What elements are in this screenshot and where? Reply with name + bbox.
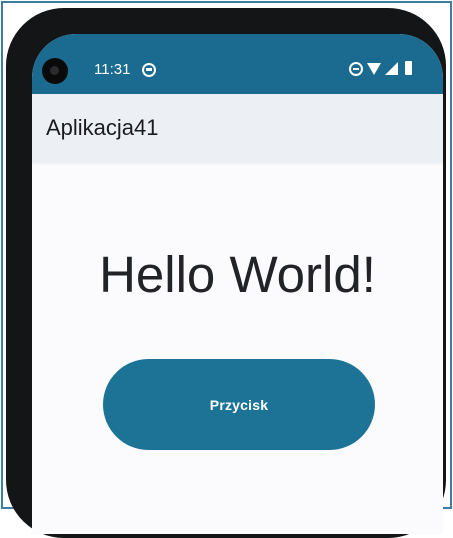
notification-icon (142, 63, 156, 77)
status-bar: 11:31 (32, 34, 443, 94)
status-time: 11:31 (94, 61, 131, 78)
app-title: Aplikacja41 (46, 115, 159, 140)
battery-icon (405, 61, 412, 75)
signal-icon (385, 62, 398, 75)
primary-button-label: Przycisk (209, 396, 269, 413)
app-bar: Aplikacja41 (32, 94, 443, 162)
front-camera (42, 58, 68, 84)
hello-world-text: Hello World! (99, 246, 376, 303)
do-not-disturb-icon (349, 62, 363, 76)
wifi-icon (367, 63, 381, 75)
phone-frame: 11:31 Aplikacja41 Hello World! Przycisk (6, 8, 446, 538)
primary-button[interactable]: Przycisk (103, 359, 375, 450)
phone-screen: 11:31 Aplikacja41 Hello World! Przycisk (32, 34, 443, 534)
